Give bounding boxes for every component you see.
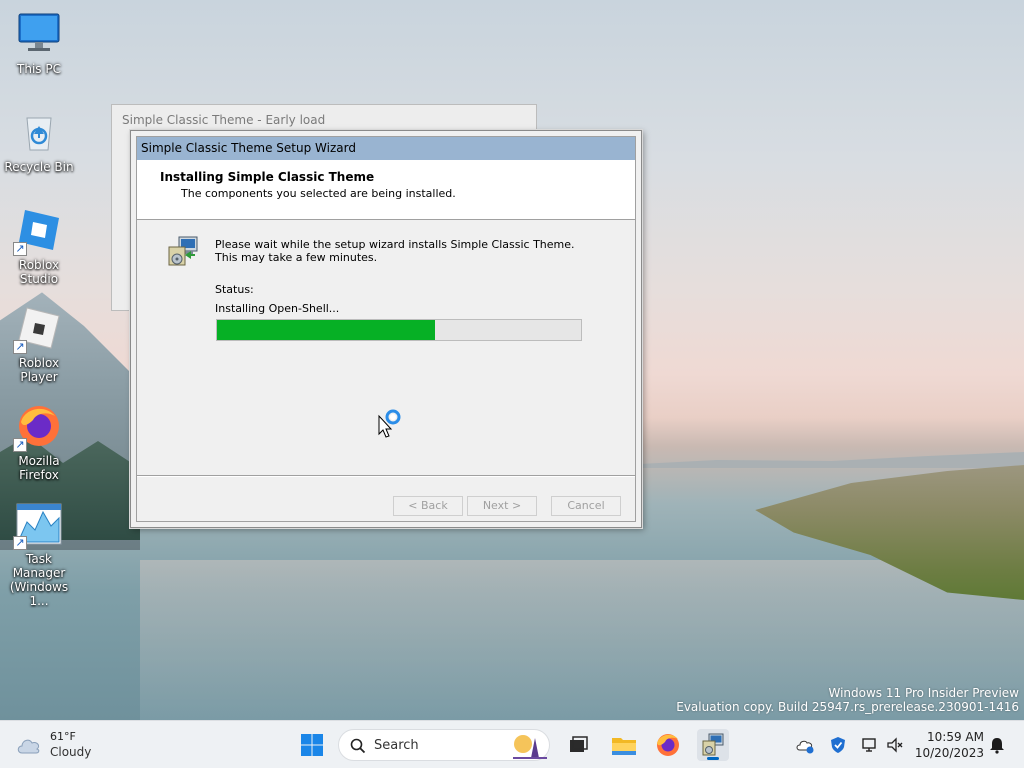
taskbar-clock[interactable]: 10:59 AM 10/20/2023: [912, 729, 984, 761]
evaluation-watermark: Windows 11 Pro Insider Preview Evaluatio…: [676, 686, 1019, 714]
setup-wizard-taskbar-button[interactable]: [697, 729, 729, 761]
install-progress-bar: [216, 319, 582, 341]
watermark-line-1: Windows 11 Pro Insider Preview: [828, 686, 1019, 700]
firefox-icon: [657, 734, 679, 756]
start-button[interactable]: [296, 729, 328, 761]
desktop-icon-recycle-bin[interactable]: Recycle Bin: [0, 108, 78, 174]
desktop-icon-firefox[interactable]: ↗ Mozilla Firefox: [0, 402, 78, 482]
firefox-icon: ↗: [13, 402, 63, 452]
monitor-icon: [15, 10, 63, 58]
weather-condition: Cloudy: [50, 745, 92, 759]
active-window-indicator: [707, 757, 719, 760]
taskbar-search-box[interactable]: Search: [338, 729, 550, 761]
clock-time: 10:59 AM: [927, 730, 984, 744]
search-highlight-icon: [513, 735, 547, 759]
shortcut-arrow-icon: ↗: [13, 536, 27, 550]
status-value: Installing Open-Shell...: [215, 302, 340, 315]
volume-icon[interactable]: [886, 736, 904, 754]
shortcut-arrow-icon: ↗: [13, 242, 27, 256]
wallpaper-hills: [640, 452, 1024, 468]
task-view-icon: [570, 736, 588, 752]
wizard-body-text: Please wait while the setup wizard insta…: [215, 238, 575, 264]
desktop-icon-this-pc[interactable]: This PC: [0, 10, 78, 76]
shortcut-arrow-icon: ↗: [13, 340, 27, 354]
recycle-bin-icon: [15, 108, 63, 156]
start-icon: [301, 734, 323, 756]
onedrive-icon[interactable]: [796, 736, 814, 754]
search-icon: [350, 738, 366, 754]
desktop-icon-label: Roblox Player: [18, 356, 60, 384]
desktop-icon-label: Mozilla Firefox: [18, 454, 60, 482]
cancel-button[interactable]: Cancel: [551, 496, 621, 516]
network-icon[interactable]: [861, 736, 879, 754]
setup-wizard-window[interactable]: Simple Classic Theme Setup Wizard Instal…: [130, 130, 642, 528]
file-explorer-icon: [612, 738, 636, 755]
setup-wizard-frame: Simple Classic Theme Setup Wizard Instal…: [136, 136, 636, 522]
desktop-icon-label: Roblox Studio: [18, 258, 60, 286]
desktop-icon-roblox-studio[interactable]: ↗ Roblox Studio: [0, 206, 78, 286]
roblox-player-icon: ↗: [13, 304, 63, 354]
header-subtitle: The components you selected are being in…: [181, 187, 456, 200]
setup-wizard-header: Installing Simple Classic Theme The comp…: [137, 160, 635, 220]
early-load-window-title: Simple Classic Theme - Early load: [122, 113, 326, 127]
desktop-icon-label: Task Manager (Windows 1...: [9, 552, 69, 608]
weather-temperature: 61°F: [50, 730, 76, 743]
back-button[interactable]: < Back: [393, 496, 463, 516]
header-title: Installing Simple Classic Theme: [160, 170, 375, 184]
clock-date: 10/20/2023: [914, 746, 984, 760]
cloud-icon: [17, 739, 40, 754]
next-button[interactable]: Next >: [467, 496, 537, 516]
firefox-taskbar-button[interactable]: [652, 729, 684, 761]
weather-widget[interactable]: 61°F Cloudy: [14, 729, 124, 761]
roblox-studio-icon: ↗: [13, 206, 63, 256]
watermark-line-2: Evaluation copy. Build 25947.rs_prerelea…: [676, 700, 1019, 714]
task-view-button[interactable]: [562, 729, 594, 761]
desktop-icon-roblox-player[interactable]: ↗ Roblox Player: [0, 304, 78, 384]
defender-icon[interactable]: [829, 736, 847, 754]
desktop-icon-label: Recycle Bin: [4, 160, 74, 174]
taskbar: 61°F Cloudy Search 10:59 AM 10/20/2023: [0, 720, 1024, 768]
search-placeholder: Search: [374, 738, 419, 753]
setup-installer-icon: [167, 235, 199, 267]
task-manager-icon: ↗: [13, 500, 63, 550]
desktop: This PC Recycle Bin ↗ Roblox Studio ↗ Ro…: [0, 0, 1024, 720]
install-progress-fill: [217, 320, 436, 340]
setup-wizard-titlebar[interactable]: Simple Classic Theme Setup Wizard: [137, 137, 635, 160]
wizard-separator: [137, 475, 635, 477]
shortcut-arrow-icon: ↗: [13, 438, 27, 452]
status-label: Status:: [215, 283, 254, 296]
desktop-icon-label: This PC: [17, 62, 61, 76]
busy-cursor-icon: [378, 408, 402, 438]
notification-bell-icon[interactable]: [988, 736, 1006, 754]
file-explorer-button[interactable]: [608, 729, 640, 761]
desktop-icon-task-manager[interactable]: ↗ Task Manager (Windows 1...: [0, 500, 78, 608]
